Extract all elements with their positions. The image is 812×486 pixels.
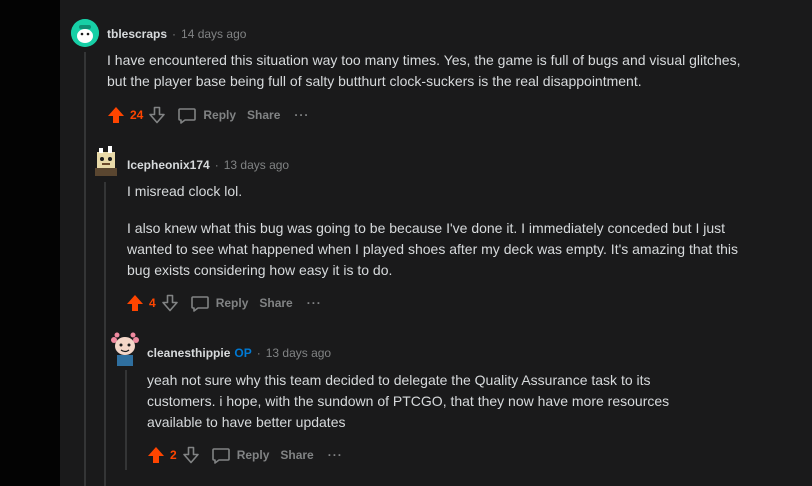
comment-actions: 2 Reply Share ··· (146, 443, 343, 467)
upvote-arrow-icon[interactable] (106, 105, 126, 125)
share-button[interactable]: Share (247, 108, 280, 122)
comment-meta: cleanesthippie OP · 13 days ago (147, 346, 331, 360)
username-link[interactable]: Icepheonix174 (127, 158, 210, 172)
comment-bubble-icon (190, 293, 210, 313)
comment-actions: 4 Reply Share ··· (125, 291, 322, 315)
reply-button[interactable]: Reply (211, 445, 270, 465)
vote-count: 2 (170, 448, 177, 462)
meta-separator: · (256, 346, 261, 360)
reply-button[interactable]: Reply (177, 105, 236, 125)
more-options-icon[interactable]: ··· (307, 296, 322, 310)
thread-line-level1[interactable] (84, 52, 86, 486)
share-button[interactable]: Share (280, 448, 313, 462)
comment-paragraph: I also knew what this bug was going to b… (127, 220, 738, 278)
reply-button[interactable]: Reply (190, 293, 249, 313)
thread-line-level3[interactable] (125, 370, 127, 470)
comment-timestamp[interactable]: 13 days ago (224, 158, 289, 172)
upvote-arrow-icon[interactable] (125, 293, 145, 313)
meta-separator: · (214, 158, 219, 172)
upvote-arrow-icon[interactable] (146, 445, 166, 465)
avatar-tblescraps[interactable] (71, 19, 99, 47)
vote-count: 4 (149, 296, 156, 310)
comment-meta: tblescraps · 14 days ago (107, 27, 246, 41)
comment-meta: Icepheonix174 · 13 days ago (127, 158, 289, 172)
reply-label: Reply (236, 448, 270, 462)
comment-timestamp[interactable]: 14 days ago (181, 27, 246, 41)
downvote-arrow-icon[interactable] (181, 445, 201, 465)
comment-bubble-icon (177, 105, 197, 125)
reply-label: Reply (203, 108, 237, 122)
comment-body: I misread clock lol. I also knew what th… (127, 181, 752, 281)
vote-count: 24 (130, 108, 144, 122)
avatar-icepheonix174[interactable] (91, 144, 121, 178)
comment-paragraph: yeah not sure why this team decided to d… (147, 372, 670, 430)
comment-body: I have encountered this situation way to… (107, 50, 757, 92)
thread-line-level2[interactable] (104, 182, 106, 486)
comment-paragraph: I have encountered this situation way to… (107, 52, 741, 89)
downvote-arrow-icon[interactable] (147, 105, 167, 125)
username-link[interactable]: cleanesthippie (147, 346, 230, 360)
share-button[interactable]: Share (259, 296, 292, 310)
reply-label: Reply (215, 296, 249, 310)
avatar-cleanesthippie[interactable] (109, 331, 141, 367)
more-options-icon[interactable]: ··· (328, 448, 343, 462)
downvote-arrow-icon[interactable] (160, 293, 180, 313)
comment-body: yeah not sure why this team decided to d… (147, 370, 717, 433)
meta-separator: · (172, 27, 177, 41)
comment-bubble-icon (211, 445, 231, 465)
op-badge: OP (234, 346, 252, 360)
comment-timestamp[interactable]: 13 days ago (266, 346, 331, 360)
more-options-icon[interactable]: ··· (294, 108, 309, 122)
comment-actions: 24 Reply Share ··· (106, 103, 309, 127)
username-link[interactable]: tblescraps (107, 27, 167, 41)
comment-paragraph: I misread clock lol. (127, 183, 243, 199)
